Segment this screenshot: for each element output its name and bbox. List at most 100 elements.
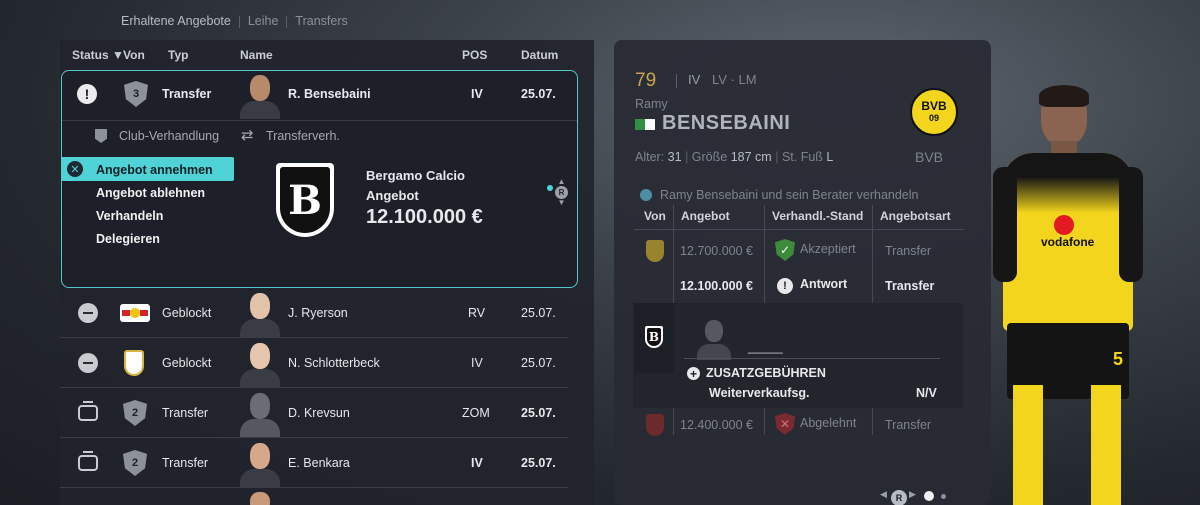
offers-col-von: Von — [644, 209, 666, 223]
pager-r-button[interactable]: R — [891, 488, 907, 505]
offer-status: Akzeptiert — [800, 242, 856, 256]
delegate-button[interactable]: Delegieren — [96, 232, 160, 246]
algeria-flag-icon — [635, 119, 655, 130]
col-status[interactable]: Status ▼ — [72, 48, 124, 62]
col-von[interactable]: Von — [123, 48, 145, 62]
player-avatar — [238, 71, 282, 119]
x-button-icon: ✕ — [67, 161, 83, 177]
r-stick-icon[interactable]: ▲ R ▼ — [555, 178, 568, 207]
club-negotiation-tab[interactable]: Club-Verhandlung — [119, 129, 219, 143]
torino-crest-icon — [646, 414, 664, 436]
player-pos: IV — [471, 87, 483, 101]
offers-col-status: Verhandl.-Stand — [772, 209, 864, 223]
breadcrumb-transfers[interactable]: Transfers — [295, 14, 347, 28]
offer-amount: 12.700.000 € — [680, 244, 753, 258]
row-type: Geblockt — [162, 306, 212, 320]
info-icon — [640, 189, 652, 201]
blocked-icon — [78, 353, 98, 373]
pager-dot[interactable] — [941, 494, 946, 499]
pager-right-icon[interactable]: ▶ — [909, 489, 916, 500]
row-type: Transfer — [162, 406, 209, 420]
offers-col-amount: Angebot — [681, 209, 730, 223]
silhouette-avatar — [697, 320, 731, 360]
player-first-name: Ramy — [635, 97, 668, 111]
offer-date: 25.07. — [521, 456, 556, 470]
extra-fees-label[interactable]: ZUSATZGEBÜHREN — [706, 366, 826, 380]
offer-date: 25.07. — [521, 87, 556, 101]
bergamo-crest-small-icon: B — [645, 326, 663, 348]
table-row[interactable]: Geblockt J. Ryerson RV 25.07. — [60, 288, 568, 338]
player-pos: IV — [471, 456, 483, 470]
offer-amount: 12.100.000 € — [680, 279, 753, 293]
popup-placeholder: _____ — [748, 340, 783, 354]
offer-status: Antwort — [800, 277, 848, 291]
tv-icon — [78, 388, 98, 438]
offer-type: Transfer — [885, 418, 932, 432]
player-name: R. Bensebaini — [288, 87, 371, 101]
plus-icon[interactable]: + — [687, 367, 700, 381]
table-row[interactable]: 2 Transfer E. Benkara IV 25.07. — [60, 438, 568, 488]
villarreal-crest-icon — [646, 240, 664, 262]
breadcrumb-loan[interactable]: Leihe — [248, 14, 279, 28]
bvb-crest-icon: BVB 09 — [910, 88, 958, 136]
club-rank-shield-icon: 3 — [124, 81, 148, 107]
row-type: Transfer — [162, 456, 209, 470]
table-row[interactable]: Geblockt N. Schlotterbeck IV 25.07. — [60, 338, 568, 388]
player-pos: RV — [468, 306, 486, 320]
offers-col-type: Angebotsart — [880, 209, 951, 223]
alert-icon: ! — [77, 84, 97, 104]
player-avatar — [238, 388, 282, 438]
accept-offer-button[interactable]: Angebot annehmen — [96, 163, 213, 177]
col-datum[interactable]: Datum — [521, 48, 558, 62]
bergamo-crest-icon: B — [276, 163, 334, 237]
player-name: D. Krevsun — [288, 406, 350, 420]
col-typ[interactable]: Typ — [168, 48, 188, 62]
reject-offer-button[interactable]: Angebot ablehnen — [96, 186, 205, 200]
breadcrumb-received-offers[interactable]: Erhaltene Angebote — [121, 14, 231, 28]
offer-amount: 12.400.000 € — [680, 418, 753, 432]
offer-label: Angebot — [366, 188, 419, 203]
player-primary-position: IV — [688, 72, 701, 87]
pager-left-icon[interactable]: ◀ — [880, 489, 887, 500]
player-last-name: BENSEBAINI — [662, 112, 791, 134]
indicator-dot — [547, 185, 553, 191]
blocked-icon — [78, 303, 98, 323]
row-type: Geblockt — [162, 356, 212, 370]
tv-icon — [78, 438, 98, 488]
player-name: E. Benkara — [288, 456, 350, 470]
club-rank-shield-icon: 2 — [123, 388, 147, 438]
player-avatar — [238, 438, 282, 488]
club-rank-shield-icon: 2 — [123, 438, 147, 488]
real-madrid-crest-icon — [124, 338, 144, 388]
table-row[interactable]: 2 Transfer D. Krevsun ZOM 25.07. — [60, 388, 568, 438]
pager-dot-active[interactable] — [924, 491, 934, 501]
negotiate-button[interactable]: Verhandeln — [96, 209, 163, 223]
negotiation-note: Ramy Bensebaini und sein Berater verhand… — [660, 188, 919, 202]
row-type: Transfer — [162, 87, 212, 101]
player-avatar — [238, 338, 282, 388]
player-secondary-positions: LV · LM — [712, 72, 757, 87]
offer-status: Abgelehnt — [800, 416, 857, 430]
player-name: N. Schlotterbeck — [288, 356, 380, 370]
player-facts: Alter: 31 | Größe 187 cm | St. Fuß L — [635, 150, 834, 164]
player-pos: IV — [471, 356, 483, 370]
resale-value: N/V — [916, 386, 937, 400]
accepted-check-icon: ✓ — [775, 239, 795, 261]
offer-date: 25.07. — [521, 306, 556, 320]
col-pos[interactable]: POS — [462, 48, 487, 62]
transfer-negotiation-tab[interactable]: Transferverh. — [266, 129, 340, 143]
rejected-x-icon: ✕ — [775, 413, 795, 435]
offer-date: 25.07. — [521, 356, 556, 370]
player-model-figure: vodafone 5 — [993, 85, 1145, 505]
col-name[interactable]: Name — [240, 48, 273, 62]
offering-club-name: Bergamo Calcio — [366, 168, 465, 183]
kit-number: 5 — [1113, 349, 1124, 369]
player-avatar — [238, 490, 282, 505]
sponsor-text: vodafone — [1041, 235, 1095, 249]
offer-amount: 12.100.000 € — [366, 206, 483, 228]
player-name: J. Ryerson — [288, 306, 348, 320]
offer-type: Transfer — [885, 244, 932, 258]
offer-type: Transfer — [885, 279, 935, 293]
player-pos: ZOM — [462, 406, 490, 420]
response-alert-icon: ! — [777, 276, 793, 294]
